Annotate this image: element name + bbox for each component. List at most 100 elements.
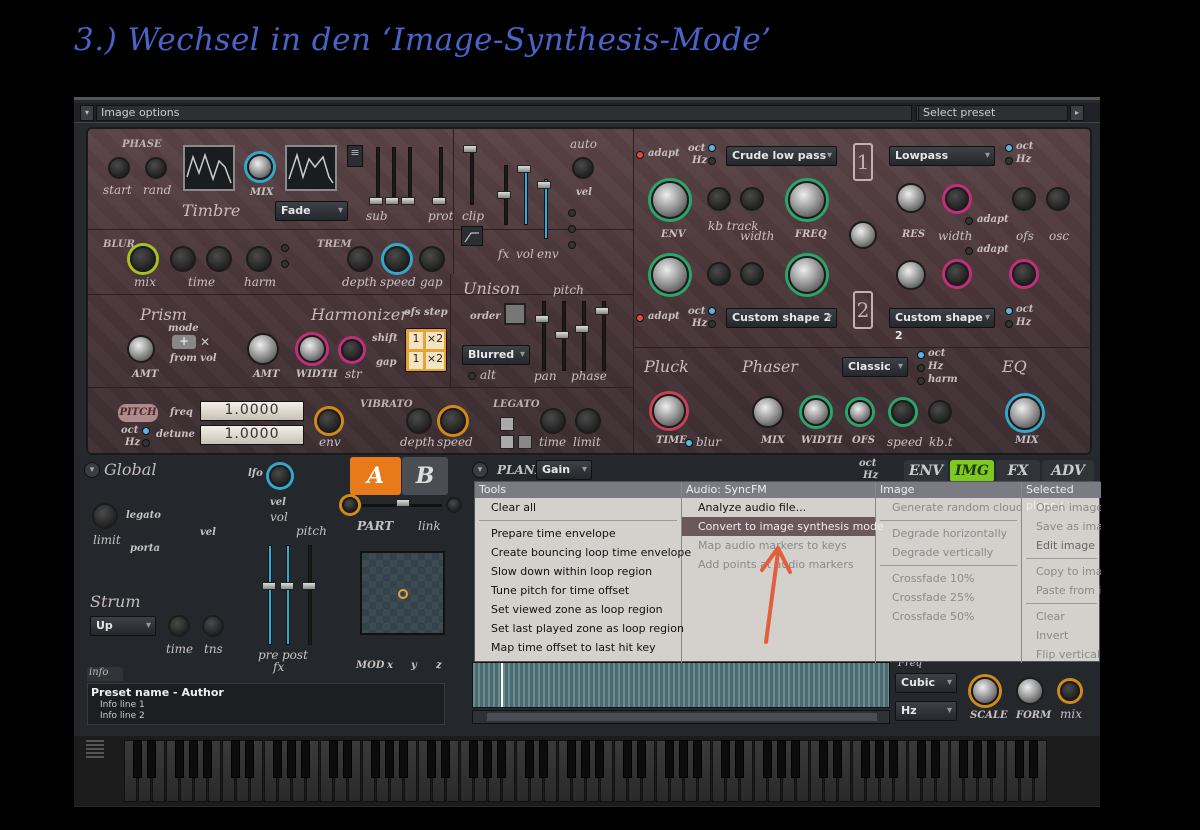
plane-collapse-button[interactable]: ▾ [472,462,488,478]
global-vol-fader-1[interactable] [268,545,272,645]
prism-amt-knob[interactable] [127,335,155,363]
f1r-hz-led[interactable] [1005,157,1013,165]
phaser-oct-led[interactable] [917,351,925,359]
harmonizer-stepper-box[interactable]: 1 ×2 1 ×2 [405,328,447,372]
black-key[interactable] [973,740,982,778]
menu-item-viewed-zone[interactable]: Set viewed zone as loop region [475,600,681,619]
legato-mode-2[interactable] [500,435,514,449]
black-key[interactable] [1029,740,1038,778]
prism-mode-x[interactable]: ✕ [200,335,210,349]
vel-mode-1[interactable] [568,209,576,217]
global-vol-cap-2[interactable] [280,582,294,590]
f1-freq-knob[interactable] [788,181,826,219]
part-b-tab[interactable]: B [402,457,448,495]
vol-fader-track[interactable] [524,165,528,225]
shift-step[interactable]: ×2 [426,332,444,349]
pitch-hz-led[interactable] [142,439,150,447]
f2-oct-led[interactable] [708,307,716,315]
black-key[interactable] [175,740,184,778]
f1-oct-led[interactable] [708,144,716,152]
global-pitch-fader[interactable] [308,545,312,645]
plane-tab-adv[interactable]: ADV [1042,460,1094,482]
global-vol-fader-2[interactable] [286,545,290,645]
f2-ofs-knob[interactable] [1012,262,1036,286]
image-options-menu-button[interactable]: ▾ [80,105,94,121]
black-key[interactable] [637,740,646,778]
vibrato-depth-knob[interactable] [406,408,432,434]
pitch-button[interactable]: PITCH [118,404,158,422]
phaser-speed-knob[interactable] [891,400,915,424]
f2r-oct-led[interactable] [1005,307,1013,315]
black-key[interactable] [441,740,450,778]
f1-shape-select[interactable]: Lowpass [889,146,995,166]
phaser-kbt-knob[interactable] [928,400,952,424]
f2-shape-select[interactable]: Custom shape 2 [889,308,995,342]
image-plane-view[interactable] [472,662,890,708]
black-key[interactable] [959,740,968,778]
black-key[interactable] [371,740,380,778]
filter-2-badge[interactable]: 2 [853,291,873,329]
mod-xy-pad[interactable] [360,551,445,635]
black-key[interactable] [427,740,436,778]
img-mix-knob[interactable] [1060,681,1080,701]
menu-item-map-time-offset[interactable]: Map time offset to last hit key [475,638,681,657]
black-key[interactable] [581,740,590,778]
sub-fader-2[interactable] [385,197,399,205]
f2-res-width-knob[interactable] [945,262,969,286]
timbre-waveform-1[interactable] [183,145,235,191]
f1-env-knob[interactable] [651,181,689,219]
menu-item-clear-all[interactable]: Clear all [475,498,681,517]
menu-item-last-played-zone[interactable]: Set last played zone as loop region [475,619,684,638]
menu-item-edit-image[interactable]: Edit image [1022,536,1101,555]
phaser-ofs-knob[interactable] [848,400,872,424]
global-lfo-knob[interactable] [269,465,291,487]
unison-pan-fader-1[interactable] [542,301,546,371]
prot-fader[interactable] [432,197,446,205]
black-key[interactable] [343,740,352,778]
black-key[interactable] [273,740,282,778]
menu-item-bouncing-loop[interactable]: Create bouncing loop time envelope [475,543,691,562]
unison-alt-led[interactable] [468,372,476,380]
phaser-width-knob[interactable] [802,398,830,426]
menu-item-tune-pitch[interactable]: Tune pitch for time offset [475,581,681,600]
black-key[interactable] [623,740,632,778]
blur-led-1[interactable] [281,244,289,252]
black-key[interactable] [203,740,212,778]
plane-tab-env[interactable]: ENV [904,460,948,482]
f1-type-select[interactable]: Crude low pass [726,146,837,166]
unison-mode-select[interactable]: Blurred [462,345,530,365]
black-key[interactable] [497,740,506,778]
black-key[interactable] [189,740,198,778]
form-knob[interactable] [1016,677,1044,705]
part-a-knob[interactable] [342,497,358,513]
f2-hz-led[interactable] [708,320,716,328]
image-scrollbar-thumb[interactable] [487,713,877,721]
plane-select[interactable]: Gain [536,460,592,480]
black-key[interactable] [1015,740,1024,778]
black-key[interactable] [721,740,730,778]
f1-ofs-knob[interactable] [1012,187,1036,211]
blur-harm-knob[interactable] [246,246,272,272]
eq-mix-knob[interactable] [1008,396,1042,430]
pitch-oct-led[interactable] [142,427,150,435]
harmonizer-width-knob[interactable] [298,335,326,363]
mod-xy-cursor[interactable] [398,589,408,599]
black-key[interactable] [245,740,254,778]
preset-next-button[interactable]: ▸ [1070,105,1084,121]
timbre-fade-select[interactable]: Fade [275,201,348,221]
legato-mode-1[interactable] [500,417,514,431]
phaser-mode-select[interactable]: Classic [842,357,908,377]
piano-keyboard[interactable] [74,736,1100,806]
black-key[interactable] [665,740,674,778]
strum-time-knob[interactable] [168,615,190,637]
phase-rand-knob[interactable] [145,157,167,179]
black-key[interactable] [301,740,310,778]
black-key[interactable] [539,740,548,778]
unison-phase-cap-1[interactable] [575,325,589,333]
f1-adapt2-led[interactable] [965,217,973,225]
black-key[interactable] [147,740,156,778]
part-b-knob[interactable] [446,497,462,513]
clip-shape-button[interactable] [461,226,483,246]
legato-time-knob[interactable] [540,408,566,434]
shift-value[interactable]: 1 [409,332,423,349]
